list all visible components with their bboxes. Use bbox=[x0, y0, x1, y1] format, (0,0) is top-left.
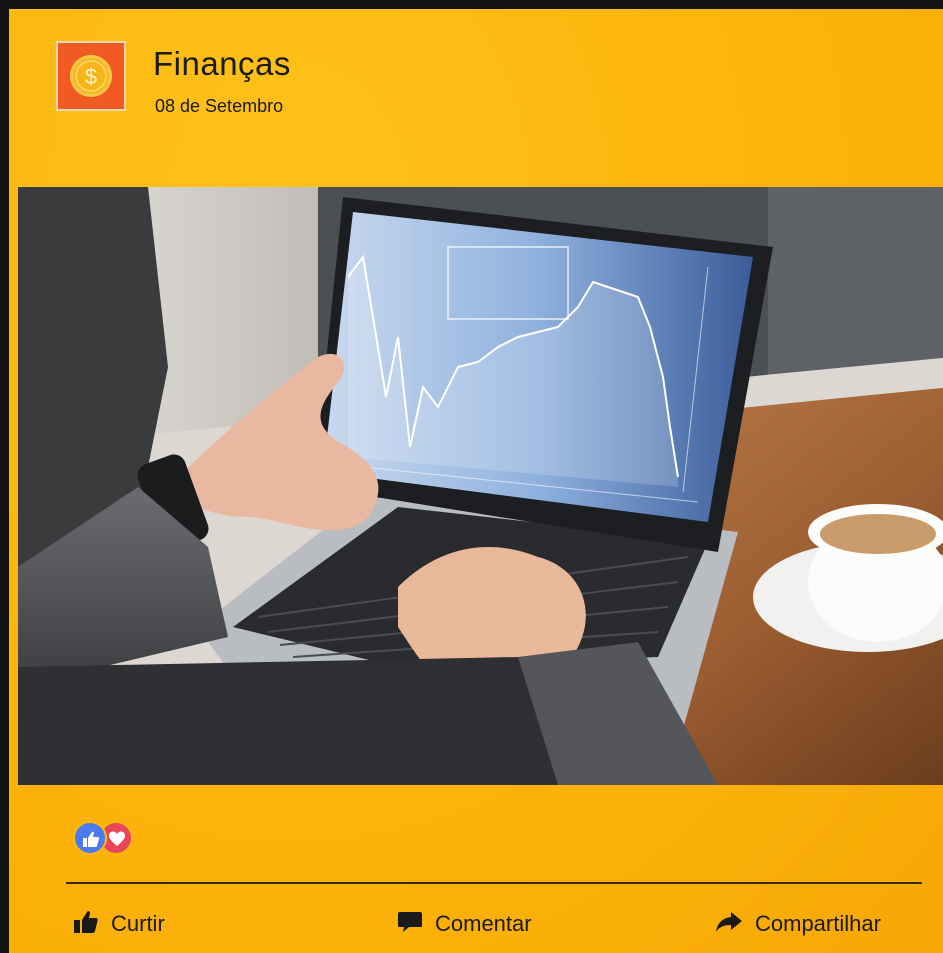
share-button[interactable]: Compartilhar bbox=[715, 907, 881, 941]
svg-text:$: $ bbox=[85, 64, 97, 89]
page-avatar[interactable]: $ bbox=[56, 41, 126, 111]
like-button[interactable]: Curtir bbox=[73, 907, 165, 941]
like-label: Curtir bbox=[111, 911, 165, 936]
social-post-card: $ Finanças 08 de Setembro Curtir Comenta… bbox=[0, 0, 943, 953]
dollar-coin-icon: $ bbox=[70, 55, 112, 97]
comment-icon bbox=[397, 910, 423, 939]
share-label: Compartilhar bbox=[755, 911, 881, 936]
post-date: 08 de Setembro bbox=[155, 96, 284, 116]
share-arrow-icon bbox=[715, 910, 743, 939]
comment-label: Comentar bbox=[435, 911, 532, 936]
post-image[interactable] bbox=[18, 187, 943, 785]
page-name[interactable]: Finanças bbox=[153, 45, 291, 83]
thumbs-up-icon bbox=[73, 910, 99, 939]
thumbs-up-icon bbox=[73, 821, 107, 855]
reaction-summary[interactable] bbox=[73, 821, 163, 857]
actions-divider bbox=[66, 882, 922, 884]
comment-button[interactable]: Comentar bbox=[397, 907, 532, 941]
